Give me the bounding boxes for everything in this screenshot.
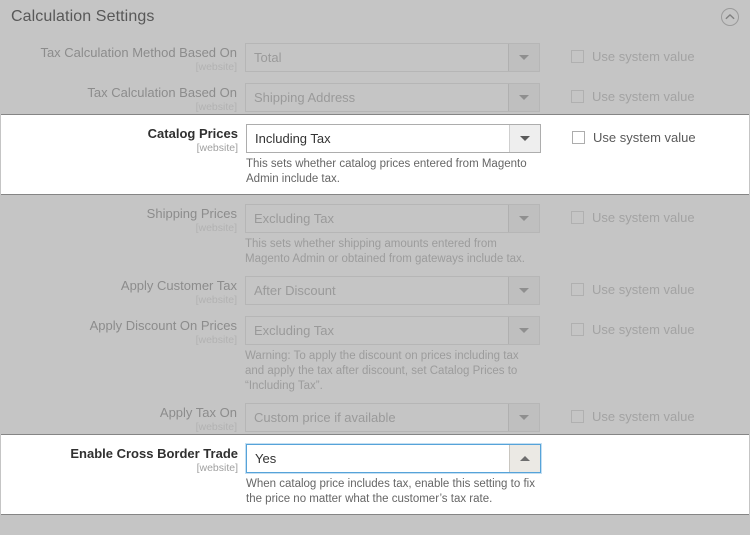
use-system-value-checkbox[interactable] [571, 323, 584, 336]
section-header[interactable]: Calculation Settings [0, 0, 750, 34]
select-apply-tax-on[interactable]: Custom price if available [245, 403, 540, 432]
field-label-group: Shipping Prices [website] [0, 204, 245, 235]
use-system-value-label: Use system value [592, 89, 695, 104]
use-system-value-checkbox[interactable] [571, 283, 584, 296]
use-system-value-checkbox[interactable] [571, 211, 584, 224]
chevron-down-icon[interactable] [509, 125, 540, 152]
select-apply-discount-on-prices[interactable]: Excluding Tax [245, 316, 540, 345]
select-value: After Discount [254, 283, 336, 298]
field-control: Including Tax This sets whether catalog p… [246, 124, 546, 187]
chevron-down-icon[interactable] [508, 317, 539, 344]
use-system-value-checkbox[interactable] [571, 410, 584, 423]
field-control: Custom price if available [245, 403, 545, 432]
field-label: Shipping Prices [146, 206, 237, 221]
chevron-down-icon[interactable] [508, 404, 539, 431]
field-scope: [website] [195, 334, 237, 346]
field-label: Tax Calculation Method Based On [40, 45, 237, 60]
setting-row: Apply Customer Tax [website] After Discoun… [0, 267, 750, 307]
chevron-down-icon[interactable] [508, 44, 539, 71]
select-value: Including Tax [255, 131, 331, 146]
select-catalog-prices[interactable]: Including Tax [246, 124, 541, 153]
field-note: When catalog price includes tax, enable … [246, 478, 535, 505]
use-system-value-group: Use system value [546, 124, 749, 145]
field-control: Shipping Address [245, 83, 545, 112]
field-label-group: Apply Discount On Prices [website] [0, 316, 245, 347]
use-system-value-checkbox[interactable] [571, 50, 584, 63]
select-tax-calculation-based-on[interactable]: Shipping Address [245, 83, 540, 112]
select-value: Excluding Tax [254, 211, 334, 226]
field-scope: [website] [195, 222, 237, 234]
field-note: Warning: To apply the discount on prices… [245, 350, 519, 392]
setting-row: Shipping Prices [website] Excluding Tax Thi… [0, 195, 750, 267]
chevron-down-icon[interactable] [508, 277, 539, 304]
field-label: Catalog Prices [147, 126, 238, 141]
select-value: Total [254, 50, 282, 65]
field-note: This sets whether shipping amounts enter… [245, 238, 525, 265]
field-label-group: Enable Cross Border Trade [website] [1, 444, 246, 475]
use-system-value-group: Use system value [545, 316, 750, 337]
field-label-group: Apply Customer Tax [website] [0, 276, 245, 307]
use-system-value-group: Use system value [545, 83, 750, 104]
select-value: Excluding Tax [254, 323, 334, 338]
use-system-value-checkbox[interactable] [571, 90, 584, 103]
select-value: Shipping Address [254, 90, 356, 105]
field-label: Enable Cross Border Trade [70, 446, 238, 461]
field-scope: [website] [196, 142, 238, 154]
select-enable-cross-border-trade[interactable]: Yes [246, 444, 541, 473]
field-control: Total [245, 43, 545, 72]
field-control: After Discount [245, 276, 545, 305]
field-scope: [website] [195, 421, 237, 433]
calculation-settings-fields: Tax Calculation Method Based On [website]… [0, 34, 750, 515]
field-scope: [website] [196, 462, 238, 474]
use-system-value-group: Use system value [545, 43, 750, 64]
use-system-value-label: Use system value [592, 409, 695, 424]
setting-row: Tax Calculation Based On [website] Shippin… [0, 74, 750, 114]
use-system-value-group [546, 444, 749, 450]
field-control: Excluding Tax Warning: To apply the disco… [245, 316, 545, 394]
setting-row: Apply Tax On [website] Custom price if ava… [0, 394, 750, 434]
use-system-value-label: Use system value [592, 322, 695, 337]
use-system-value-label: Use system value [592, 49, 695, 64]
setting-row: Enable Cross Border Trade [website] Yes Whe… [1, 434, 749, 515]
field-label: Apply Tax On [159, 405, 237, 420]
chevron-down-icon[interactable] [508, 205, 539, 232]
setting-row: Apply Discount On Prices [website] Excludi… [0, 307, 750, 394]
use-system-value-group: Use system value [545, 403, 750, 424]
setting-row: Tax Calculation Method Based On [website]… [0, 34, 750, 74]
select-shipping-prices[interactable]: Excluding Tax [245, 204, 540, 233]
use-system-value-group: Use system value [545, 204, 750, 225]
field-label-group: Apply Tax On [website] [0, 403, 245, 434]
select-value: Yes [255, 451, 277, 466]
field-label: Tax Calculation Based On [87, 85, 237, 100]
page-title: Calculation Settings [11, 8, 155, 25]
use-system-value-checkbox[interactable] [572, 131, 585, 144]
field-label-group: Tax Calculation Method Based On [website] [0, 43, 245, 74]
field-note: This sets whether catalog prices entered… [246, 158, 527, 185]
field-scope: [website] [195, 101, 237, 113]
field-label: Apply Discount On Prices [89, 318, 237, 333]
field-scope: [website] [195, 294, 237, 306]
field-control: Excluding Tax This sets whether shipping … [245, 204, 545, 267]
chevron-up-icon[interactable] [509, 445, 540, 472]
select-value: Custom price if available [254, 410, 396, 425]
use-system-value-label: Use system value [592, 210, 695, 225]
select-apply-customer-tax[interactable]: After Discount [245, 276, 540, 305]
field-label-group: Tax Calculation Based On [website] [0, 83, 245, 114]
use-system-value-group: Use system value [545, 276, 750, 297]
field-scope: [website] [195, 61, 237, 73]
chevron-up-circle-icon[interactable] [720, 7, 740, 27]
chevron-down-icon[interactable] [508, 84, 539, 111]
field-control: Yes When catalog price includes tax, enab… [246, 444, 546, 507]
use-system-value-label: Use system value [593, 130, 696, 145]
setting-row: Catalog Prices [website] Including Tax This… [1, 114, 749, 195]
use-system-value-label: Use system value [592, 282, 695, 297]
select-tax-calculation-method-based-on[interactable]: Total [245, 43, 540, 72]
field-label: Apply Customer Tax [120, 278, 237, 293]
field-label-group: Catalog Prices [website] [1, 124, 246, 155]
